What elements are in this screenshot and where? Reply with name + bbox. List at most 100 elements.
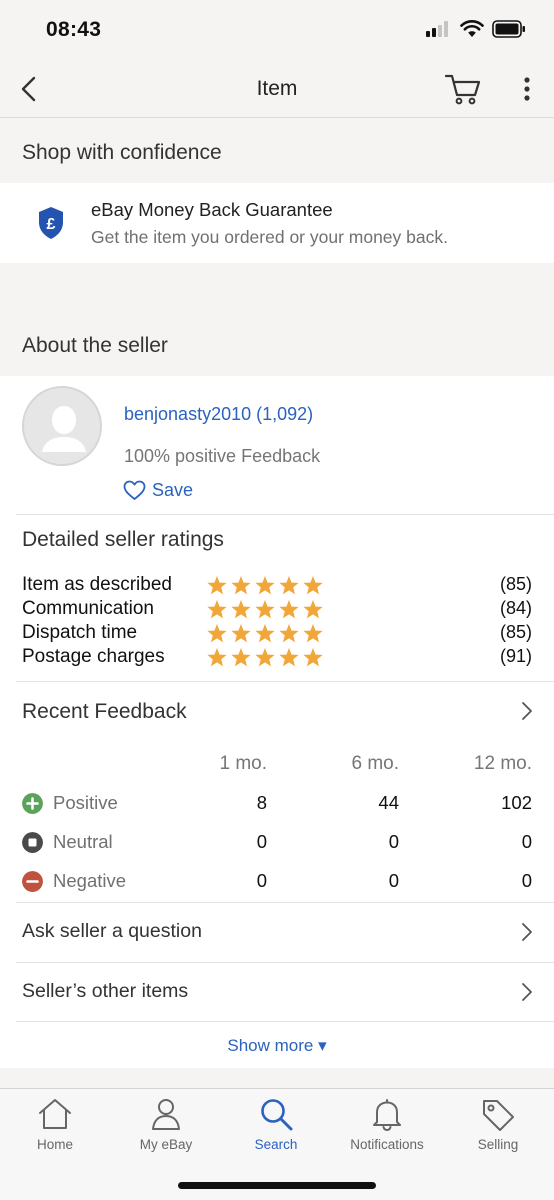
star-icon: [231, 576, 251, 595]
feedback-count: 0: [256, 831, 267, 852]
chevron-right-icon: [522, 983, 532, 1001]
save-label: Save: [152, 480, 194, 500]
tab-my-ebay[interactable]: My eBay: [111, 1097, 221, 1152]
feedback-count: 0: [521, 870, 532, 891]
star-icon: [255, 624, 275, 643]
feedback-row: Positive 8 44 102: [0, 790, 554, 820]
star-icon: [279, 576, 299, 595]
column-header-1mo: 1 mo.: [219, 753, 267, 774]
guarantee-card: £ eBay Money Back Guarantee Get the item…: [0, 183, 554, 263]
cart-icon[interactable]: [444, 72, 482, 106]
tab-search-label: Search: [254, 1137, 298, 1152]
tab-notifications[interactable]: Notifications: [332, 1097, 442, 1152]
feedback-row: Neutral 0 0 0: [0, 829, 554, 859]
star-icon: [207, 624, 227, 643]
feedback-count: 0: [256, 870, 267, 891]
seller-other-items-label: Seller’s other items: [22, 980, 189, 1002]
home-indicator: [178, 1182, 376, 1189]
status-bar: 08:43: [0, 0, 554, 60]
star-icon: [303, 648, 323, 667]
star-rating: [206, 647, 324, 668]
battery-icon: [492, 20, 525, 38]
star-icon: [303, 624, 323, 643]
confidence-heading: Shop with confidence: [22, 141, 222, 164]
nav-bar: Item: [0, 60, 554, 118]
feedback-count: 102: [501, 792, 532, 813]
star-icon: [303, 600, 323, 619]
column-header-12mo: 12 mo.: [473, 753, 532, 774]
feedback-type-label: Negative: [53, 870, 127, 891]
star-icon: [231, 648, 251, 667]
tab-search[interactable]: Search: [221, 1097, 331, 1152]
guarantee-subtitle: Get the item you ordered or your money b…: [91, 227, 448, 247]
star-icon: [207, 648, 227, 667]
star-rating: [206, 623, 324, 644]
dsr-row: Dispatch time (85): [22, 622, 532, 646]
tab-notifications-label: Notifications: [350, 1137, 424, 1152]
feedback-count: 0: [388, 870, 399, 891]
chevron-right-icon: [522, 923, 532, 941]
star-icon: [303, 576, 323, 595]
show-more-link[interactable]: Show more ▾: [0, 1036, 554, 1056]
save-seller-button[interactable]: Save: [123, 480, 193, 501]
divider: [16, 514, 554, 515]
dsr-count: (91): [499, 646, 532, 666]
tab-home-label: Home: [36, 1137, 73, 1152]
feedback-row: Negative 0 0 0: [0, 868, 554, 898]
tab-selling[interactable]: Selling: [443, 1097, 553, 1152]
svg-text:£: £: [47, 216, 56, 233]
signal-icon: [426, 21, 448, 37]
neutral-circle-icon: [22, 832, 43, 853]
star-rating: [206, 575, 324, 596]
minus-circle-icon: [22, 871, 43, 892]
star-icon: [279, 624, 299, 643]
avatar: [22, 386, 102, 466]
star-icon: [231, 624, 251, 643]
divider: [16, 1021, 554, 1022]
feedback-count: 0: [521, 831, 532, 852]
seller-name-link[interactable]: benjonasty2010 (1,092): [124, 404, 313, 425]
guarantee-title: eBay Money Back Guarantee: [91, 199, 333, 220]
star-icon: [255, 576, 275, 595]
recent-feedback-title: Recent Feedback: [22, 700, 187, 723]
dsr-count: (84): [499, 598, 532, 618]
dsr-label: Dispatch time: [22, 622, 138, 643]
star-icon: [279, 600, 299, 619]
dsr-label: Item as described: [22, 574, 172, 595]
seller-feedback-percent: 100% positive Feedback: [124, 446, 321, 466]
bell-icon: [373, 1099, 401, 1131]
feedback-type-label: Positive: [53, 792, 118, 813]
star-rating: [206, 599, 324, 620]
person-icon: [152, 1099, 180, 1130]
ask-seller-question-row[interactable]: Ask seller a question: [0, 903, 554, 961]
more-options-icon[interactable]: [518, 76, 536, 102]
tab-selling-label: Selling: [477, 1137, 519, 1152]
dsr-count: (85): [499, 622, 532, 642]
feedback-count: 8: [256, 792, 267, 813]
recent-feedback-row[interactable]: Recent Feedback: [0, 682, 554, 740]
seller-heading: About the seller: [22, 334, 168, 357]
dsr-label: Communication: [22, 598, 154, 619]
heart-icon: [123, 480, 146, 500]
plus-circle-icon: [22, 793, 43, 814]
search-icon: [261, 1099, 293, 1131]
feedback-count: 44: [378, 792, 399, 813]
seller-other-items-row[interactable]: Seller’s other items: [0, 963, 554, 1021]
dsr-label: Postage charges: [22, 646, 165, 667]
dsr-row: Postage charges (91): [22, 646, 532, 670]
ask-seller-question-label: Ask seller a question: [22, 920, 202, 942]
person-silhouette-icon: [42, 406, 86, 452]
tab-my-ebay-label: My eBay: [139, 1137, 193, 1152]
seller-card: benjonasty2010 (1,092) 100% positive Fee…: [0, 376, 554, 1068]
home-icon: [39, 1099, 71, 1129]
shield-pound-icon: £: [39, 207, 63, 239]
chevron-right-icon: [522, 702, 532, 720]
dsr-row: Item as described (85): [22, 574, 532, 598]
tab-home[interactable]: Home: [0, 1097, 110, 1152]
dsr-title: Detailed seller ratings: [22, 528, 224, 551]
status-icons: [426, 20, 526, 38]
dsr-count: (85): [499, 574, 532, 594]
wifi-icon: [460, 20, 484, 37]
tag-icon: [483, 1100, 514, 1131]
status-time: 08:43: [46, 18, 102, 41]
